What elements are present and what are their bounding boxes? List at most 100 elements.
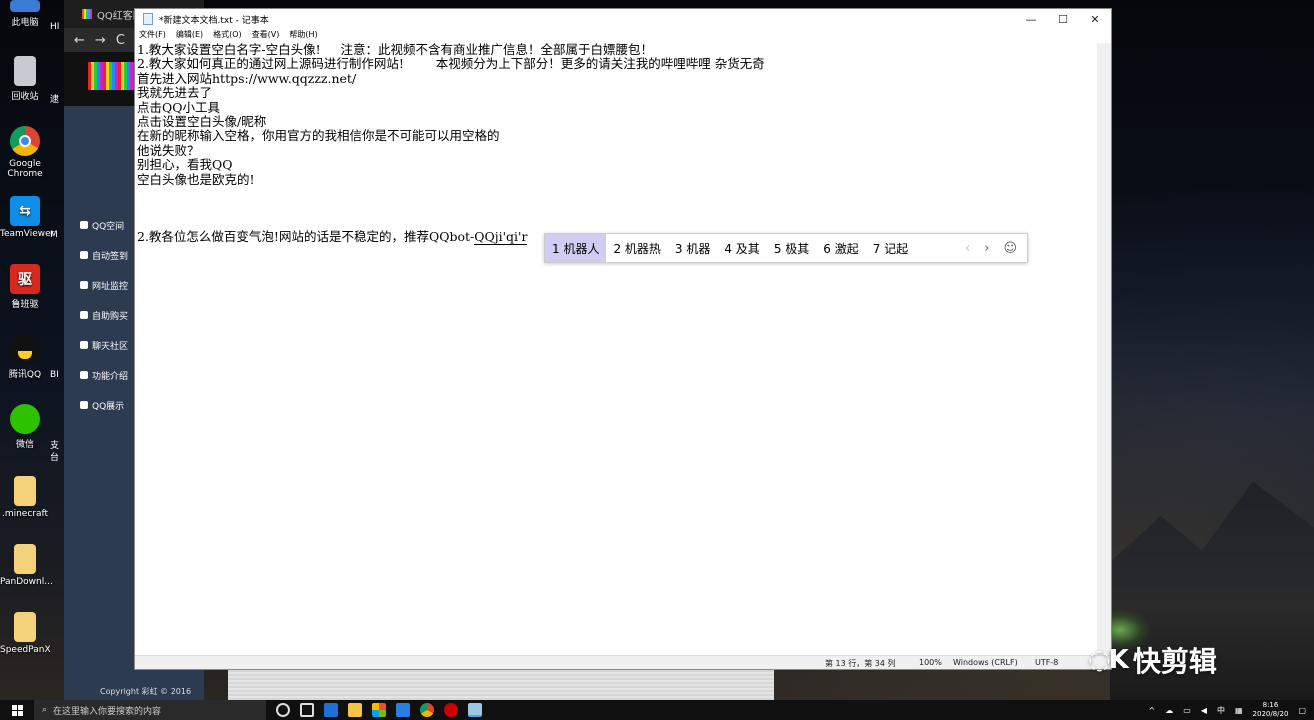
side-menu-label: QQ空间	[92, 221, 125, 232]
site-side-menu: QQ空间 自动签到 网址监控 自助购买 聊天社区 功能介绍 QQ展示	[80, 210, 128, 420]
ime-candidate[interactable]: 4 及其	[717, 234, 766, 262]
side-menu-label: 自动签到	[92, 251, 129, 262]
close-button[interactable]: ✕	[1079, 13, 1111, 26]
menu-bar: 文件(F) 编辑(E) 格式(O) 查看(V) 帮助(H)	[135, 29, 1111, 43]
ime-candidate[interactable]: 1 机器人	[545, 234, 607, 262]
computer-icon	[10, 0, 40, 12]
text-line: 点击QQ小工具	[137, 99, 220, 115]
desktop-icon-label: 鲁班驱	[11, 300, 39, 310]
menu-help[interactable]: 帮助(H)	[289, 29, 317, 43]
desktop-icon-chrome[interactable]: Google Chrome	[0, 126, 50, 179]
cortana-icon[interactable]	[276, 703, 290, 717]
qq-icon	[10, 334, 40, 364]
ime-candidate[interactable]: 3 机器	[668, 234, 717, 262]
watermark-logo: ◌K	[1088, 645, 1129, 675]
chevron-up-icon[interactable]: ^	[1149, 706, 1156, 715]
desktop-icon-recycle-bin[interactable]: 回收站	[0, 56, 50, 102]
task-view-icon[interactable]	[300, 703, 314, 717]
side-menu-item[interactable]: 自助购买	[80, 300, 128, 330]
file-explorer-icon[interactable]	[348, 703, 362, 717]
side-menu-item[interactable]: 自动签到	[80, 240, 128, 270]
ime-nav: ‹ › ☺	[965, 241, 1027, 256]
menu-file[interactable]: 文件(F)	[139, 29, 166, 43]
notepad-titlebar[interactable]: *新建文本文档.txt - 记事本 — ☐ ✕	[135, 9, 1111, 29]
side-menu-item[interactable]: 聊天社区	[80, 330, 128, 360]
status-line-ending: Windows (CRLF)	[953, 658, 1018, 667]
desktop-icon-label: Google Chrome	[7, 159, 43, 179]
clock-time: 8:16	[1262, 701, 1279, 709]
forward-arrow-icon[interactable]: →	[95, 33, 106, 48]
notepad-taskbar-icon[interactable]	[468, 703, 482, 717]
taskbar-search[interactable]: ⌕ 在这里输入你要搜索的内容	[34, 700, 266, 720]
search-icon: ⌕	[42, 705, 48, 715]
side-menu-label: 自助购买	[92, 311, 129, 322]
desktop-icon-pandownload[interactable]: PanDownl...	[0, 544, 53, 587]
desktop-icon-minecraft[interactable]: .minecraft	[0, 476, 50, 519]
ime-candidate[interactable]: 5 极其	[767, 234, 816, 262]
text-line: 我就先进去了	[137, 85, 213, 101]
desktop-icon-label: .minecraft	[1, 509, 49, 519]
desktop-icon-label: 此电脑	[11, 18, 39, 28]
chrome-taskbar-icon[interactable]	[420, 703, 434, 717]
ime-candidate-bar: 1 机器人 2 机器热 3 机器 4 及其 5 极其 6 激起 7 记起 ‹ ›…	[544, 233, 1028, 263]
text-line: 点击设置空白头像/昵称	[137, 114, 267, 130]
chevron-left-icon[interactable]: ‹	[965, 241, 970, 256]
back-arrow-icon[interactable]: ←	[74, 33, 85, 48]
menu-item-icon	[80, 371, 88, 379]
text-editor[interactable]: 1.教大家设置空白名字-空白头像! 注意：此视频不含有商业推广信息！全部属于白嫖…	[137, 43, 1097, 655]
desktop-icon-driver[interactable]: 驱 鲁班驱	[0, 264, 50, 310]
start-button[interactable]	[0, 700, 34, 720]
desktop-icon-teamviewer[interactable]: ⇆ TeamViewer	[0, 196, 54, 239]
text-line: 他说失败？	[137, 142, 200, 158]
taskbar: ⌕ 在这里输入你要搜索的内容 ^ ☁ ▭ ◀ 中 ▦ 8:16 2020/8/2…	[0, 700, 1314, 720]
side-menu-item[interactable]: 功能介绍	[80, 360, 128, 390]
desktop-icon-label: 微信	[15, 440, 34, 450]
menu-format[interactable]: 格式(O)	[213, 29, 242, 43]
network-icon[interactable]: ▭	[1183, 706, 1191, 715]
teamviewer-icon: ⇆	[10, 196, 40, 226]
menu-edit[interactable]: 编辑(E)	[176, 29, 203, 43]
menu-item-icon	[80, 251, 88, 259]
ime-candidate[interactable]: 6 激起	[816, 234, 865, 262]
text-line	[137, 187, 1097, 201]
notification-icon[interactable]: ▢	[1298, 706, 1306, 715]
clock[interactable]: 8:16 2020/8/20	[1253, 701, 1289, 719]
folder-icon	[14, 544, 36, 574]
side-menu-item[interactable]: 网址监控	[80, 270, 128, 300]
mail-icon[interactable]	[396, 703, 410, 717]
text-line	[137, 216, 1097, 230]
desktop-icon-this-pc[interactable]: 此电脑	[0, 0, 50, 28]
side-menu-item[interactable]: QQ展示	[80, 390, 128, 420]
menu-item-icon	[80, 311, 88, 319]
maximize-button[interactable]: ☐	[1047, 13, 1079, 26]
folder-icon	[14, 612, 36, 642]
menu-view[interactable]: 查看(V)	[252, 29, 280, 43]
store-icon[interactable]	[372, 703, 386, 717]
keyboard-icon[interactable]: ▦	[1235, 706, 1243, 715]
clock-date: 2020/8/20	[1252, 710, 1289, 718]
window-controls: — ☐ ✕	[1015, 13, 1111, 26]
volume-icon[interactable]: ◀	[1201, 706, 1207, 715]
wechat-icon	[10, 404, 40, 434]
desktop-icon-label: PanDownl...	[0, 577, 53, 587]
minimize-button[interactable]: —	[1015, 13, 1047, 26]
edge-icon[interactable]	[324, 703, 338, 717]
desktop-icon-wechat[interactable]: 微信	[0, 404, 50, 450]
desktop-icon-speedpanx[interactable]: SpeedPanX	[0, 612, 51, 655]
window-title: *新建文本文档.txt - 记事本	[159, 15, 269, 26]
ime-indicator[interactable]: 中	[1217, 705, 1225, 716]
partial-label: M	[50, 230, 58, 240]
recorder-icon[interactable]	[444, 703, 458, 717]
cloud-icon[interactable]: ☁	[1165, 706, 1173, 715]
emoji-icon[interactable]: ☺	[1003, 241, 1017, 256]
vertical-scrollbar[interactable]	[1097, 43, 1111, 655]
desktop-icon-qq[interactable]: 腾讯QQ	[0, 334, 50, 380]
ime-candidate[interactable]: 7 记起	[866, 234, 915, 262]
desktop-icon-label: 回收站	[11, 92, 39, 102]
refresh-icon[interactable]: C	[116, 33, 125, 48]
notepad-window: *新建文本文档.txt - 记事本 — ☐ ✕ 文件(F) 编辑(E) 格式(O…	[134, 8, 1112, 670]
side-menu-item[interactable]: QQ空间	[80, 210, 128, 240]
ime-candidate[interactable]: 2 机器热	[606, 234, 667, 262]
chevron-right-icon[interactable]: ›	[984, 241, 989, 256]
status-zoom: 100%	[919, 658, 942, 667]
